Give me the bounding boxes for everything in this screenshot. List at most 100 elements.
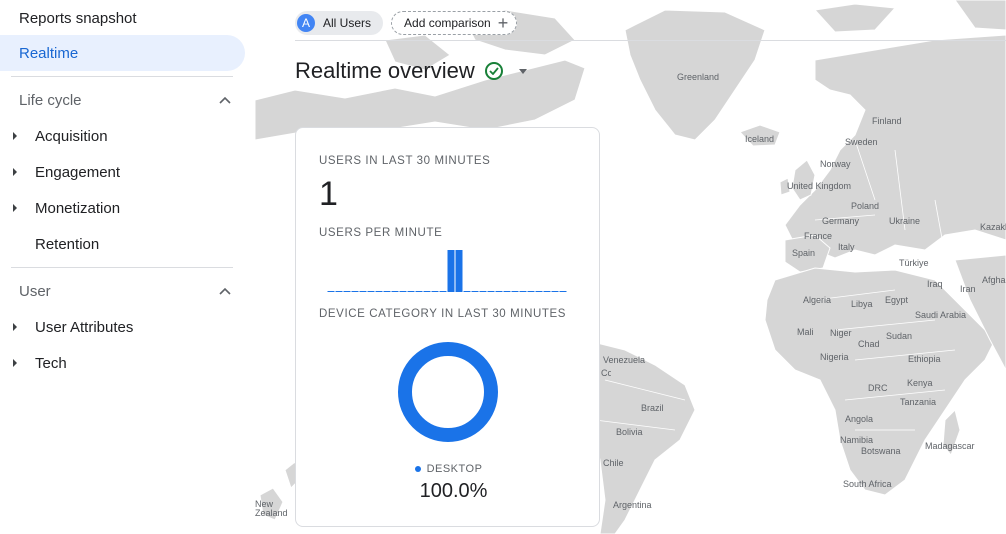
map-label-poland: Poland [851,201,880,211]
map-label-drc: DRC [868,383,888,393]
sidebar-item-realtime[interactable]: Realtime [0,35,245,71]
bar--20[interactable] [407,291,415,292]
bar--2[interactable] [551,291,559,292]
donut-legend: DESKTOP [296,463,601,475]
map-label-angola: Angola [845,414,874,424]
header-divider [295,40,1006,41]
bar--5[interactable] [527,291,535,292]
map-label-new-zealand: New Zealand [255,499,288,518]
plus-icon: + [497,13,509,33]
bar--14[interactable] [455,250,463,292]
bar--27[interactable] [351,291,359,292]
bar--29[interactable] [335,291,343,292]
users-per-minute-label: USERS PER MINUTE [319,227,443,239]
map-label-kazakhstan: Kazakhstan [980,222,1006,232]
add-comparison-button[interactable]: Add comparison + [391,11,518,35]
bar--6[interactable] [519,291,527,292]
sidebar-item-label: Realtime [19,44,79,62]
segment-chip-all-users[interactable]: A All Users [295,11,384,35]
map-label-sweden: Sweden [845,137,878,147]
map-label-madagascar: Madagascar [925,441,975,451]
map-label-germany: Germany [822,216,860,226]
section-header-life-cycle[interactable]: Life cycle [0,82,245,118]
map-label-norway: Norway [820,159,851,169]
page-title: Realtime overview [295,58,475,83]
bar--12[interactable] [471,291,479,292]
bar--7[interactable] [511,291,519,292]
bar--9[interactable] [495,291,503,292]
map-label-niger: Niger [830,328,852,338]
map-label-algeria: Algeria [803,295,832,305]
bar--13[interactable] [463,291,471,292]
map-label-turkiye: Türkiye [899,258,929,268]
bar--25[interactable] [367,291,375,292]
map-label-france: France [804,231,833,241]
map-label-iraq: Iraq [927,279,943,289]
bar--26[interactable] [359,291,367,292]
caret-right-icon [0,359,35,367]
bar--8[interactable] [503,291,511,292]
map-label-greenland: Greenland [677,72,720,82]
bar--11[interactable] [479,291,487,292]
bar--15[interactable] [447,250,455,292]
sidebar-item-label: Retention [35,235,100,253]
bar--18[interactable] [423,291,431,292]
sidebar-item-user-attributes[interactable]: User Attributes [0,309,245,345]
title-dropdown-button[interactable] [513,61,533,81]
map-label-ukraine: Ukraine [889,216,921,226]
device-category-label: DEVICE CATEGORY IN LAST 30 MINUTES [319,308,567,320]
map-label-saudi-arabia: Saudi Arabia [915,310,967,320]
bar--4[interactable] [535,291,543,292]
map-label-ethiopia: Ethiopia [908,354,941,364]
legend-label: DESKTOP [426,463,483,475]
sidebar-item-label: User Attributes [35,318,134,336]
section-title: User [19,282,51,300]
map-label-spain: Spain [792,248,816,258]
bar--3[interactable] [543,291,551,292]
sidebar-item-reports-snapshot[interactable]: Reports snapshot [0,0,245,36]
bar--10[interactable] [487,291,495,292]
map-label-chad: Chad [858,339,880,349]
divider [11,267,233,268]
map-label-kenya: Kenya [907,378,933,388]
sidebar-item-label: Engagement [35,163,121,181]
caret-right-icon [0,132,35,140]
map-label-colombia: Colombia [601,368,611,378]
sidebar-item-acquisition[interactable]: Acquisition [0,118,245,154]
divider [11,76,233,77]
map-label-chile: Chile [603,458,624,468]
segment-avatar: A [297,14,315,32]
bar--17[interactable] [431,291,439,292]
bar--1[interactable] [559,291,567,292]
check-circle-icon [484,62,503,80]
bar--22[interactable] [391,291,399,292]
realtime-main: Greenland Iceland Finland Sweden Norway … [255,0,1006,534]
map-label-united-kingdom: United Kingdom [787,181,852,191]
caret-right-icon [0,323,35,331]
bar--21[interactable] [399,291,407,292]
device-category-donut[interactable] [397,341,499,443]
map-label-libya: Libya [851,299,873,309]
sidebar-item-tech[interactable]: Tech [0,345,245,381]
bar--24[interactable] [375,291,383,292]
section-header-user[interactable]: User [0,273,245,309]
realtime-users-card: USERS IN LAST 30 MINUTES 1 USERS PER MIN… [295,127,600,527]
users-per-minute-chart[interactable] [327,246,567,296]
bar--30[interactable] [327,291,335,292]
donut-slice-desktop[interactable] [398,342,498,442]
map-label-afghanistan: Afghanistan [982,275,1006,285]
legend-dot [414,466,421,472]
map-label-egypt: Egypt [885,295,909,305]
sidebar-item-retention[interactable]: Retention [0,226,245,262]
bar--16[interactable] [439,291,447,292]
map-label-venezuela: Venezuela [603,355,646,365]
bar--23[interactable] [383,291,391,292]
chevron-up-icon [219,94,231,106]
sidebar-item-label: Tech [35,354,67,372]
sidebar-item-monetization[interactable]: Monetization [0,190,245,226]
add-comparison-label: Add comparison [404,16,491,30]
bar--28[interactable] [343,291,351,292]
sidebar-item-engagement[interactable]: Engagement [0,154,245,190]
map-label-sudan: Sudan [886,331,913,341]
bar--19[interactable] [415,291,423,292]
